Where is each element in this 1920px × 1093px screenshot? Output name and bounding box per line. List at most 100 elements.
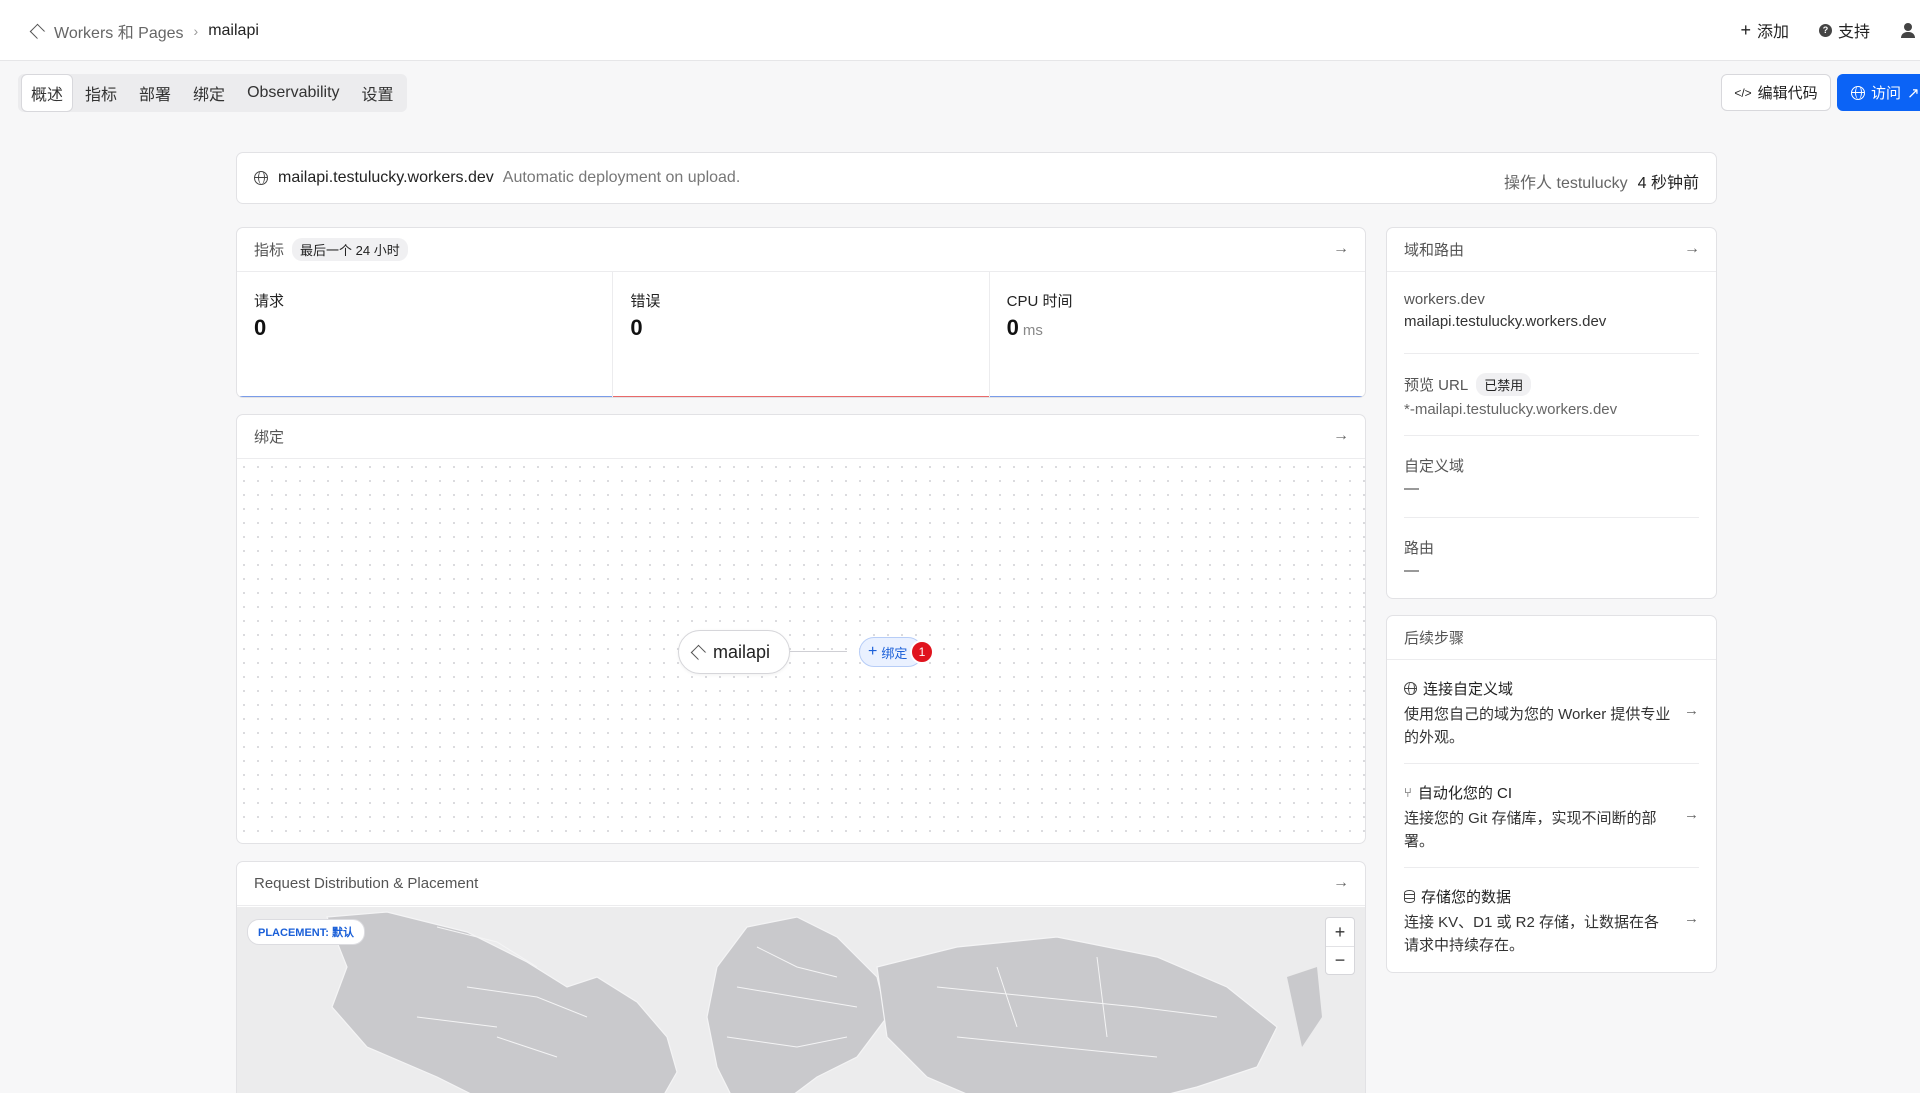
placement-tag: PLACEMENT: 默认 xyxy=(247,919,365,945)
metric-label: CPU 时间 xyxy=(1006,293,1073,310)
database-icon xyxy=(1404,890,1415,903)
node-connector xyxy=(790,651,847,652)
code-icon: </> xyxy=(1734,85,1752,100)
add-label: 添加 xyxy=(1756,24,1789,41)
globe-icon xyxy=(254,171,268,185)
edit-code-button[interactable]: </> 编辑代码 xyxy=(1721,74,1831,111)
next-steps-header: 后续步骤 xyxy=(1387,616,1716,660)
metrics-card: 指标 最后一个 24 小时 → 请求 0 错误 0 CPU 时间 0 ms xyxy=(236,227,1366,398)
metric-cpu: CPU 时间 0 ms xyxy=(989,272,1365,397)
tab-bindings[interactable]: 绑定 xyxy=(184,75,234,111)
workers-icon xyxy=(30,24,44,38)
arrow-right-icon[interactable]: → xyxy=(1333,874,1349,892)
metric-value: 0 ms xyxy=(1007,315,1348,341)
support-label: 支持 xyxy=(1837,24,1870,41)
domains-header[interactable]: 域和路由 → xyxy=(1387,228,1716,272)
step-description: 使用您自己的域为您的 Worker 提供专业的外观。 xyxy=(1404,706,1671,746)
arrow-right-icon[interactable]: → xyxy=(1684,702,1699,719)
bindings-card: 绑定 → mailapi + 绑定 1 xyxy=(236,414,1366,844)
worker-node[interactable]: mailapi xyxy=(678,630,790,674)
user-menu[interactable] xyxy=(1900,22,1920,38)
step-title: 存储您的数据 xyxy=(1421,889,1512,906)
workers-dev-label: workers.dev xyxy=(1404,291,1485,308)
zoom-in-button[interactable]: + xyxy=(1326,918,1354,946)
metrics-header[interactable]: 指标 最后一个 24 小时 → xyxy=(237,228,1365,272)
world-map[interactable]: PLACEMENT: 默认 + − xyxy=(237,907,1365,1093)
deployment-url[interactable]: mailapi.testulucky.workers.dev xyxy=(278,169,494,187)
custom-domain-label: 自定义域 xyxy=(1404,458,1465,475)
custom-domain-value: — xyxy=(1404,480,1419,497)
support-button[interactable]: ? 支持 xyxy=(1818,18,1870,42)
arrow-right-icon[interactable]: → xyxy=(1684,910,1699,927)
preview-url-section: 预览 URL 已禁用 *-mailapi.testulucky.workers.… xyxy=(1404,354,1699,436)
breadcrumb: Workers 和 Pages › mailapi xyxy=(30,19,259,43)
globe-icon xyxy=(1851,85,1865,100)
workers-icon xyxy=(691,645,705,659)
placement-card: Request Distribution & Placement → PLACE… xyxy=(236,861,1366,1093)
tab-observability[interactable]: Observability xyxy=(238,78,348,108)
plus-icon: + xyxy=(868,643,878,660)
requests-sparkline xyxy=(237,396,613,397)
metric-requests: 请求 0 xyxy=(237,272,614,397)
git-branch-icon: ⑂ xyxy=(1404,785,1412,800)
zoom-out-button[interactable]: − xyxy=(1326,946,1354,974)
workers-dev-value[interactable]: mailapi.testulucky.workers.dev xyxy=(1404,313,1699,330)
step-automate-ci[interactable]: ⑂ 自动化您的 CI 连接您的 Git 存储库，实现不间断的部署。 → xyxy=(1404,764,1699,868)
step-title: 自动化您的 CI xyxy=(1417,785,1512,802)
step-description: 连接 KV、D1 或 R2 存储，让数据在各请求中持续存在。 xyxy=(1404,914,1660,954)
step-description: 连接您的 Git 存储库，实现不间断的部署。 xyxy=(1404,810,1657,850)
page-tabs: 概述 指标 部署 绑定 Observability 设置 xyxy=(18,74,407,112)
help-icon: ? xyxy=(1818,23,1832,37)
metric-label: 错误 xyxy=(630,293,661,310)
cpu-unit: ms xyxy=(1022,322,1043,339)
step-custom-domain[interactable]: 连接自定义域 使用您自己的域为您的 Worker 提供专业的外观。 → xyxy=(1404,660,1699,764)
placement-header[interactable]: Request Distribution & Placement → xyxy=(237,862,1365,906)
add-button[interactable]: + 添加 xyxy=(1740,18,1789,42)
placement-title: Request Distribution & Placement xyxy=(254,875,479,892)
top-actions: + 添加 ? 支持 xyxy=(1740,18,1920,42)
deployment-operator: 操作人 testulucky xyxy=(1504,175,1628,192)
cpu-value: 0 xyxy=(1006,315,1019,340)
domains-card: 域和路由 → workers.dev mailapi.testulucky.wo… xyxy=(1386,227,1717,599)
routes-label: 路由 xyxy=(1404,540,1435,557)
metric-label: 请求 xyxy=(254,293,285,310)
tab-metrics[interactable]: 指标 xyxy=(76,75,126,111)
custom-domain-section: 自定义域 — xyxy=(1404,436,1699,518)
breadcrumb-root[interactable]: Workers 和 Pages xyxy=(54,19,184,43)
plus-icon: + xyxy=(1740,19,1751,40)
edit-code-label: 编辑代码 xyxy=(1757,85,1818,102)
status-badge: 已禁用 xyxy=(1476,373,1532,396)
metrics-range: 最后一个 24 小时 xyxy=(292,238,408,261)
external-arrow-icon: ↗ xyxy=(1907,84,1920,102)
arrow-right-icon[interactable]: → xyxy=(1333,240,1349,258)
workers-dev-section: workers.dev mailapi.testulucky.workers.d… xyxy=(1404,272,1699,354)
visit-button[interactable]: 访问 ↗ xyxy=(1837,74,1920,111)
tab-overview[interactable]: 概述 xyxy=(22,75,73,111)
preview-url-title: 预览 URL 已禁用 xyxy=(1404,373,1699,396)
deployment-meta: 操作人 testulucky 4 秒钟前 xyxy=(1504,169,1699,193)
deployment-message: Automatic deployment on upload. xyxy=(502,169,741,186)
globe-icon xyxy=(1404,682,1417,695)
world-map-graphic xyxy=(326,911,1322,1093)
routes-value: — xyxy=(1404,562,1419,579)
errors-sparkline xyxy=(613,396,989,397)
arrow-right-icon[interactable]: → xyxy=(1684,806,1699,823)
step-title: 连接自定义域 xyxy=(1423,681,1514,698)
arrow-right-icon[interactable]: → xyxy=(1684,240,1700,258)
deployment-banner: mailapi.testulucky.workers.dev Automatic… xyxy=(236,152,1717,204)
worker-node-label: mailapi xyxy=(713,641,771,662)
top-bar: Workers 和 Pages › mailapi + 添加 ? 支持 xyxy=(0,0,1920,61)
metrics-title: 指标 xyxy=(254,242,285,259)
cpu-sparkline xyxy=(989,396,1365,397)
bindings-header[interactable]: 绑定 → xyxy=(237,415,1365,459)
step-store-data[interactable]: 存储您的数据 连接 KV、D1 或 R2 存储，让数据在各请求中持续存在。 → xyxy=(1404,868,1699,972)
deployment-time: 4 秒钟前 xyxy=(1637,175,1699,192)
tab-deployments[interactable]: 部署 xyxy=(130,75,180,111)
domains-title: 域和路由 xyxy=(1404,242,1465,259)
tab-settings[interactable]: 设置 xyxy=(353,75,403,111)
arrow-right-icon[interactable]: → xyxy=(1333,427,1349,445)
chevron-right-icon: › xyxy=(193,23,199,39)
visit-label: 访问 xyxy=(1871,85,1902,102)
preview-url-value: *-mailapi.testulucky.workers.dev xyxy=(1404,401,1618,418)
bindings-title: 绑定 xyxy=(254,429,285,446)
